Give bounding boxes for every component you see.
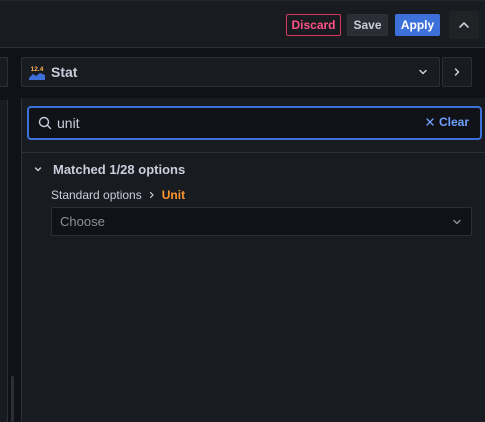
matched-summary: Matched 1/28 options xyxy=(53,161,186,177)
unit-select[interactable]: Choose xyxy=(51,207,472,236)
options-pane: unit Clear Matched 1/28 options Standard… xyxy=(21,98,485,422)
visualization-label: Stat xyxy=(51,64,78,80)
chevron-up-icon xyxy=(459,22,469,28)
unit-select-placeholder: Choose xyxy=(60,214,105,229)
search-icon xyxy=(38,116,52,130)
clear-button[interactable]: Clear xyxy=(426,115,469,129)
divider xyxy=(22,152,485,153)
next-button[interactable] xyxy=(442,57,472,87)
chevron-right-icon xyxy=(454,68,460,76)
breadcrumb-parent: Standard options xyxy=(51,188,142,202)
breadcrumb: Standard options Unit xyxy=(51,188,185,202)
chevron-down-icon xyxy=(453,219,461,225)
chevron-right-icon xyxy=(148,191,156,199)
breadcrumb-current: Unit xyxy=(161,188,186,202)
left-pane-edge xyxy=(0,48,14,422)
scrollbar[interactable] xyxy=(11,376,14,422)
svg-text:12.4: 12.4 xyxy=(31,66,44,73)
clear-label: Clear xyxy=(438,115,469,129)
panel-editor-toolbar: Discard Save Apply xyxy=(0,0,485,48)
search-value: unit xyxy=(57,115,80,131)
chevron-down-icon xyxy=(419,69,427,75)
close-icon xyxy=(426,118,434,126)
apply-button[interactable]: Apply xyxy=(395,14,440,36)
save-button[interactable]: Save xyxy=(347,14,388,36)
matched-options-group[interactable]: Matched 1/28 options xyxy=(33,159,185,179)
chevron-down-icon xyxy=(34,167,42,172)
left-pane-body xyxy=(0,100,8,422)
visualization-picker[interactable]: 12.4 Stat xyxy=(21,57,440,87)
left-pane-header xyxy=(0,57,8,87)
discard-button[interactable]: Discard xyxy=(286,14,341,36)
search-input[interactable]: unit Clear xyxy=(28,107,481,139)
collapse-options-button[interactable] xyxy=(449,11,479,39)
stat-viz-icon: 12.4 xyxy=(29,64,45,80)
